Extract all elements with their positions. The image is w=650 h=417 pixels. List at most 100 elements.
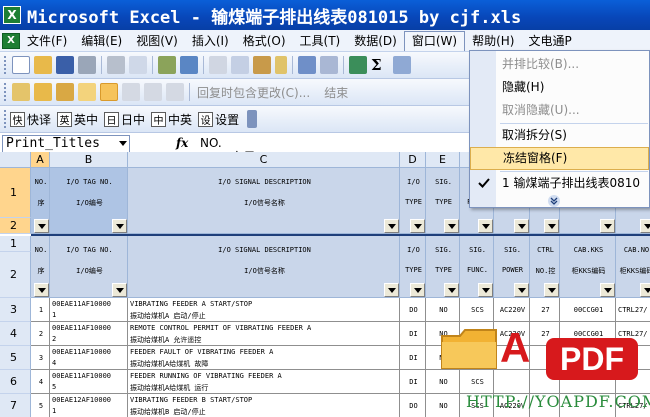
new-icon[interactable] bbox=[12, 56, 30, 74]
table-cell[interactable]: NO bbox=[426, 298, 460, 322]
copy-icon[interactable] bbox=[231, 56, 249, 74]
toolbar-grip[interactable] bbox=[4, 56, 7, 74]
column-header[interactable]: D bbox=[400, 152, 426, 168]
menu-file[interactable]: 文件(F) bbox=[20, 31, 74, 51]
row-header[interactable]: 5 bbox=[0, 346, 31, 370]
settings-button[interactable]: 设 设置 bbox=[198, 111, 239, 128]
select-all-corner[interactable] bbox=[0, 152, 31, 168]
next-comment-icon[interactable] bbox=[34, 83, 52, 101]
menu-view[interactable]: 视图(V) bbox=[129, 31, 185, 51]
menu-hide[interactable]: 隐藏(H) bbox=[470, 76, 649, 99]
open-icon[interactable] bbox=[34, 56, 52, 74]
header-cell[interactable] bbox=[50, 236, 128, 298]
row-header[interactable]: 3 bbox=[0, 298, 31, 322]
table-cell[interactable]: DI bbox=[400, 322, 426, 346]
table-cell[interactable]: DO bbox=[400, 394, 426, 417]
menu-unhide[interactable]: 取消隐藏(U)... bbox=[470, 99, 649, 122]
table-cell[interactable]: VIBRATING FEEDER B START/STOP 振动给煤机B 启动/停… bbox=[128, 394, 400, 417]
table-cell[interactable]: 00CCG01 bbox=[560, 298, 616, 322]
header-cell[interactable] bbox=[400, 236, 426, 298]
header-cell[interactable] bbox=[460, 236, 494, 298]
jp-cn-button[interactable]: 日 日中 bbox=[104, 111, 145, 128]
document-icon[interactable]: X bbox=[2, 32, 20, 49]
row-header[interactable]: 6 bbox=[0, 370, 31, 394]
column-header[interactable]: C bbox=[128, 152, 400, 168]
table-cell[interactable]: 00EAE11AF10000 5 bbox=[50, 370, 128, 394]
menu-window-1[interactable]: 1 输煤端子排出线表0810 bbox=[470, 172, 649, 195]
permission-icon[interactable] bbox=[78, 56, 96, 74]
research-icon[interactable] bbox=[180, 56, 198, 74]
table-cell[interactable]: REMOTE CONTROL PERMIT OF VIBRATING FEEDE… bbox=[128, 322, 400, 346]
reply-with-changes-button[interactable]: 回复时包含更改(C)... bbox=[197, 84, 310, 101]
table-cell[interactable]: 4 bbox=[31, 370, 50, 394]
table-cell[interactable]: DI bbox=[400, 370, 426, 394]
print-icon[interactable] bbox=[107, 56, 125, 74]
track-changes-icon[interactable] bbox=[122, 83, 140, 101]
toolbar-grip[interactable] bbox=[4, 110, 7, 128]
menu-data[interactable]: 数据(D) bbox=[347, 31, 404, 51]
table-cell[interactable]: SCS bbox=[460, 370, 494, 394]
show-comment-icon[interactable] bbox=[56, 83, 74, 101]
cut-icon[interactable] bbox=[209, 56, 227, 74]
menu-remove-split[interactable]: 取消拆分(S) bbox=[470, 124, 649, 147]
autosum-icon[interactable]: Σ bbox=[371, 56, 389, 74]
table-cell[interactable]: 2 bbox=[31, 322, 50, 346]
table-cell[interactable]: 00EAE11AF10000 4 bbox=[50, 346, 128, 370]
menu-tools[interactable]: 工具(T) bbox=[293, 31, 348, 51]
table-cell[interactable]: FEEDER FAULT OF VIBRATING FEEDER A 振动给煤机A… bbox=[128, 346, 400, 370]
table-cell[interactable]: 3 bbox=[31, 346, 50, 370]
table-cell[interactable]: 00EAE11AF10000 1 bbox=[50, 298, 128, 322]
header-cell[interactable] bbox=[31, 168, 50, 234]
header-cell[interactable] bbox=[400, 168, 426, 234]
header-cell[interactable] bbox=[128, 168, 400, 234]
toolbar-options-icon[interactable] bbox=[247, 110, 258, 128]
menu-window[interactable]: 窗口(W) bbox=[403, 30, 466, 51]
table-cell[interactable]: DI bbox=[400, 346, 426, 370]
table-cell[interactable]: 27 bbox=[530, 298, 560, 322]
menu-compare-side-by-side[interactable]: 并排比较(B)... bbox=[470, 53, 649, 76]
toolbar-grip[interactable] bbox=[4, 83, 7, 101]
reply-icon[interactable] bbox=[166, 83, 184, 101]
table-cell[interactable]: CTRL27/ bbox=[616, 298, 650, 322]
table-cell[interactable]: NO bbox=[426, 370, 460, 394]
excel-app-icon[interactable]: X bbox=[3, 6, 21, 24]
column-header[interactable]: A bbox=[31, 152, 50, 168]
header-cell[interactable] bbox=[426, 236, 460, 298]
header-cell[interactable] bbox=[50, 168, 128, 234]
quick-translate-button[interactable]: 快 快译 bbox=[10, 111, 51, 128]
row-header[interactable]: 2 bbox=[0, 252, 31, 298]
header-cell[interactable] bbox=[616, 236, 650, 298]
table-cell[interactable]: AC220V bbox=[494, 298, 530, 322]
header-cell[interactable] bbox=[426, 168, 460, 234]
delete-comment-icon[interactable] bbox=[144, 83, 162, 101]
previous-comment-icon[interactable] bbox=[12, 83, 30, 101]
table-cell[interactable] bbox=[494, 370, 530, 394]
row-header[interactable]: 7 bbox=[0, 394, 31, 417]
header-cell[interactable] bbox=[530, 236, 560, 298]
menu-edit[interactable]: 编辑(E) bbox=[74, 31, 129, 51]
header-cell[interactable] bbox=[128, 236, 400, 298]
column-header[interactable]: E bbox=[426, 152, 460, 168]
paste-icon[interactable] bbox=[253, 56, 271, 74]
menu-wendiantong[interactable]: 文电通P bbox=[521, 31, 578, 51]
table-cell[interactable]: SCS bbox=[460, 298, 494, 322]
name-box-dropdown-icon[interactable] bbox=[119, 141, 127, 146]
menu-insert[interactable]: 插入(I) bbox=[185, 31, 236, 51]
end-review-button[interactable]: 结束 bbox=[324, 84, 348, 101]
table-cell[interactable]: 00EAE11AF10000 2 bbox=[50, 322, 128, 346]
header-cell[interactable] bbox=[31, 236, 50, 298]
row-header[interactable]: 1 bbox=[0, 168, 31, 218]
show-all-comments-icon[interactable] bbox=[78, 83, 96, 101]
menu-freeze-panes[interactable]: 冻结窗格(F) bbox=[470, 147, 649, 170]
table-cell[interactable]: 00EAE12AF10000 1 bbox=[50, 394, 128, 417]
print-preview-icon[interactable] bbox=[129, 56, 147, 74]
save-icon[interactable] bbox=[56, 56, 74, 74]
format-painter-icon[interactable] bbox=[275, 56, 287, 74]
name-box[interactable]: Print_Titles bbox=[2, 135, 130, 153]
table-cell[interactable]: 5 bbox=[31, 394, 50, 417]
spelling-icon[interactable] bbox=[158, 56, 176, 74]
table-cell[interactable]: DO bbox=[400, 298, 426, 322]
table-cell[interactable]: FEEDER RUNNING OF VIBRATING FEEDER A 振动给煤… bbox=[128, 370, 400, 394]
redo-icon[interactable] bbox=[320, 56, 338, 74]
header-cell[interactable] bbox=[494, 236, 530, 298]
